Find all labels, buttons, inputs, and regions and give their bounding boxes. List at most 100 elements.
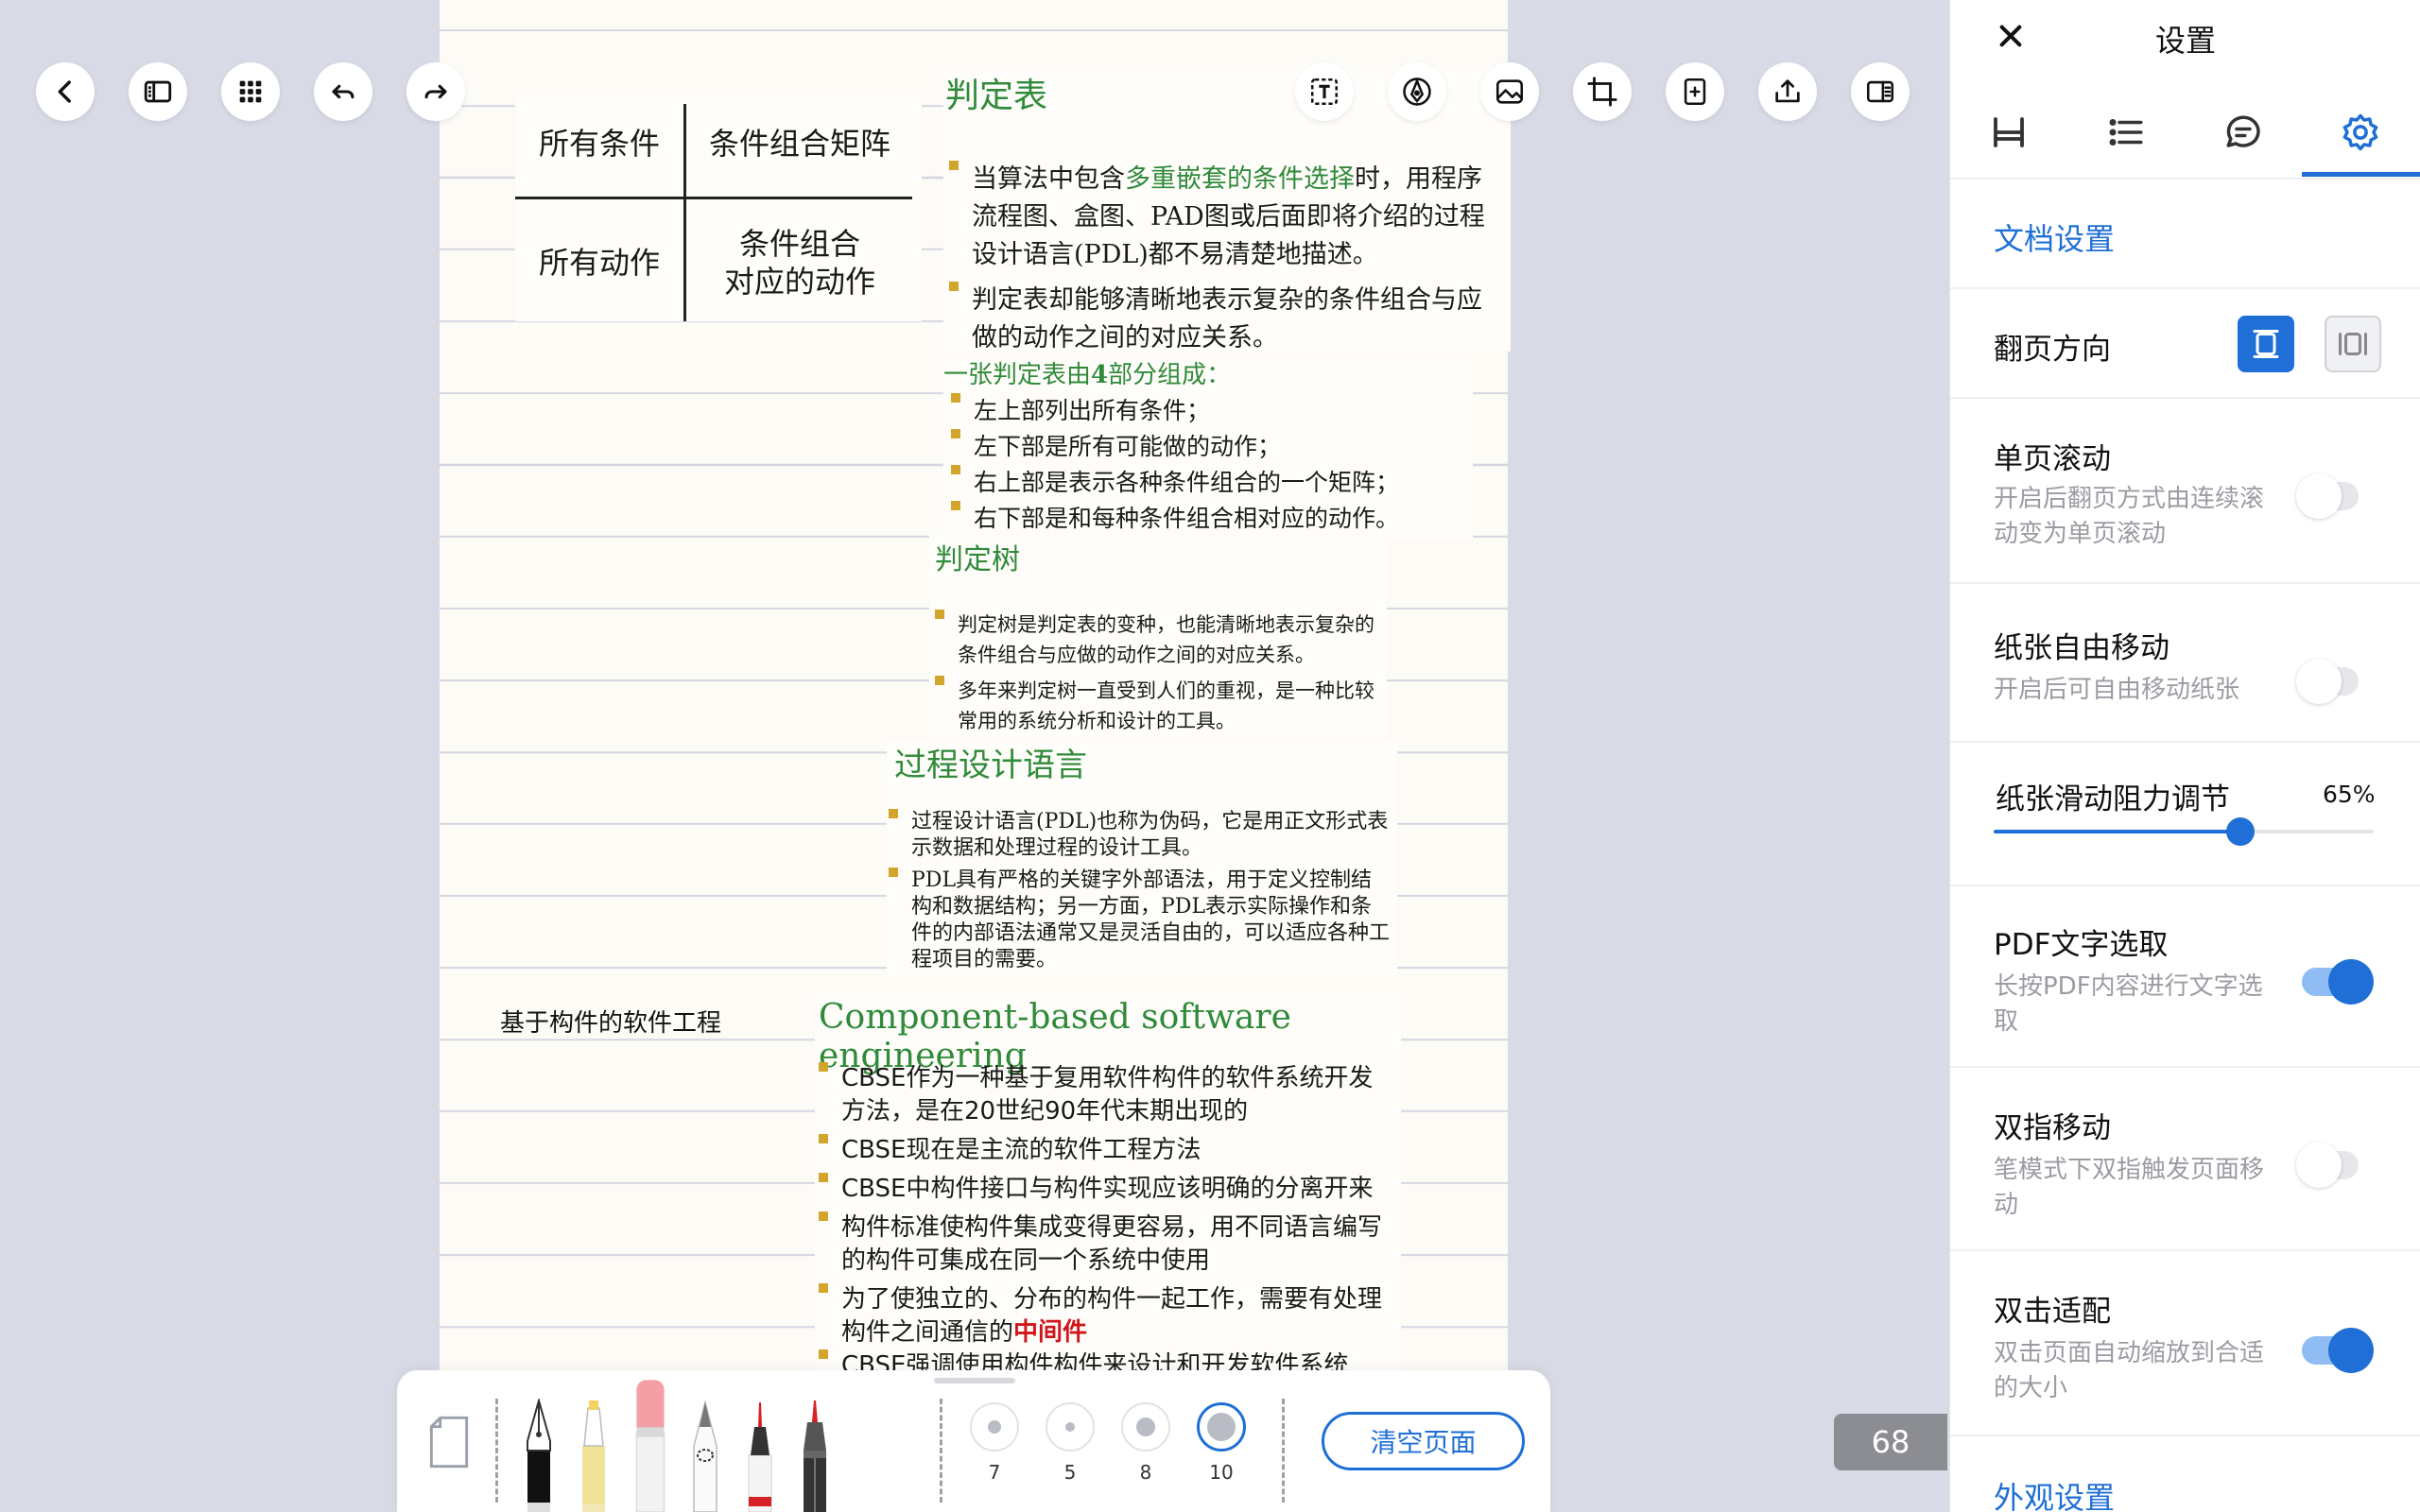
table-cell-line: 条件组合: [738, 226, 860, 262]
reader-view-button[interactable]: [1851, 62, 1910, 121]
share-button[interactable]: [1758, 62, 1817, 121]
toolbar-divider: [940, 1399, 942, 1503]
single-scroll-toggle[interactable]: [2296, 473, 2359, 519]
clear-page-button[interactable]: 清空页面: [1322, 1412, 1525, 1470]
resistance-slider[interactable]: [1994, 817, 2374, 846]
double-tap-title: 双击适配: [1994, 1295, 2111, 1329]
eraser-tool[interactable]: [630, 1374, 671, 1512]
crop-button[interactable]: [1573, 62, 1632, 121]
image-icon: [1495, 79, 1524, 104]
bullet-list: 判定树是判定表的变种，也能清晰地表示复杂的条件组合与应做的动作之间的对应关系。 …: [933, 610, 1377, 736]
cbse-snippet: Component-based software engineering CBS…: [815, 992, 1401, 1370]
pen-mode-button[interactable]: [1388, 62, 1446, 121]
text-box-button[interactable]: [1295, 62, 1354, 121]
add-page-icon: [1684, 77, 1706, 106]
list-item: 过程设计语言(PDL)也称为伪码，它是用正文形式表示数据和处理过程的设计工具。: [887, 809, 1392, 862]
bullet-list: CBSE作为一种基于复用软件构件的软件系统开发方法，是在20世纪90年代末期出现…: [817, 1062, 1384, 1370]
fountain-pen-tool[interactable]: [518, 1399, 560, 1512]
highlighter-tool[interactable]: [573, 1399, 614, 1512]
drag-handle[interactable]: [934, 1378, 1015, 1383]
toggle-knob: [2296, 659, 2342, 704]
size-dot-icon: [988, 1420, 1001, 1434]
toggle-knob: [2296, 1143, 2342, 1188]
pen-size-label: 10: [1209, 1461, 1234, 1484]
free-move-desc: 开启后可自由移动纸张: [1994, 676, 2240, 704]
bullet-list: 过程设计语言(PDL)也称为伪码，它是用正文形式表示数据和处理过程的设计工具。 …: [887, 809, 1392, 973]
free-move-title: 纸张自由移动: [1994, 631, 2169, 665]
active-tab-indicator: [2302, 172, 2420, 177]
size-dot-icon: [1207, 1413, 1236, 1441]
paper-icon[interactable]: [425, 1416, 473, 1469]
section-document-settings: 文档设置: [1994, 221, 2116, 257]
double-tap-toggle[interactable]: [2302, 1328, 2374, 1373]
redo-icon: [424, 84, 447, 99]
section-heading: 过程设计语言: [894, 747, 1087, 784]
list-item: 构件标准使构件集成变得更容易，用不同语言编写的构件可集成在同一个系统中使用: [817, 1211, 1384, 1278]
single-scroll-desc: 开启后翻页方式由连续滚动变为单页滚动: [1994, 485, 2265, 548]
page-direction-label: 翻页方向: [1994, 333, 2111, 367]
sidebar-toggle-icon: [144, 80, 172, 103]
row-separator: [1950, 741, 2420, 743]
section-heading: 判定表: [945, 77, 1048, 115]
redo-button[interactable]: [406, 62, 465, 121]
two-finger-title: 双指移动: [1994, 1111, 2111, 1145]
tab-comments[interactable]: [2185, 87, 2302, 178]
marker-tool[interactable]: [794, 1399, 836, 1512]
pen-size-5[interactable]: [1046, 1402, 1095, 1452]
notebook-page[interactable]: 所有条件 条件组合矩阵 所有动作 条件组合 对应的动作 判定表 当算法中包含多重…: [440, 0, 1511, 1512]
back-button[interactable]: [36, 62, 95, 121]
two-finger-toggle[interactable]: [2296, 1143, 2359, 1188]
row-separator: [1950, 1249, 2420, 1251]
add-page-button[interactable]: [1666, 62, 1724, 121]
sidebar-toggle-button[interactable]: [129, 62, 187, 121]
pen-size-7[interactable]: [970, 1402, 1019, 1452]
list-item: CBSE强调使用构件构件来设计和开发软件系统: [817, 1349, 1384, 1370]
table-divider-horizontal: [515, 197, 912, 199]
size-dot-icon: [1136, 1418, 1155, 1436]
pen-size-10[interactable]: [1197, 1402, 1246, 1452]
resistance-title: 纸张滑动阻力调节: [1996, 782, 2230, 816]
page-number-badge: 68: [1834, 1414, 1947, 1470]
slider-handle[interactable]: [2226, 817, 2256, 846]
horizontal-scroll-icon: [2339, 333, 2367, 355]
horizontal-page-direction-button[interactable]: [2325, 316, 2381, 372]
toggle-knob: [2328, 959, 2374, 1005]
tab-outline[interactable]: [2067, 87, 2185, 178]
list-item: PDL具有严格的关键字外部语法，用于定义控制结构和数据结构；另一方面，PDL表示…: [887, 868, 1392, 973]
pen-size-8[interactable]: [1121, 1402, 1170, 1452]
insert-image-button[interactable]: [1480, 62, 1539, 121]
undo-button[interactable]: [314, 62, 372, 121]
pdf-select-desc: 长按PDF内容进行文字选取: [1994, 972, 2263, 1036]
vertical-scroll-icon: [2253, 330, 2279, 358]
tab-settings[interactable]: [2302, 87, 2419, 178]
decision-tree-snippet: 判定树 判定树是判定表的变种，也能清晰地表示复杂的条件组合与应做的动作之间的对应…: [929, 534, 1387, 737]
list-item: 判定表却能够清晰地表示复杂的条件组合与应做的动作之间的对应关系。: [947, 282, 1505, 357]
note-text: 基于构件的软件工程: [500, 1009, 722, 1038]
pdf-select-toggle[interactable]: [2302, 959, 2374, 1005]
settings-header: 设置: [1950, 0, 2420, 76]
row-separator: [1950, 1066, 2420, 1068]
vertical-page-direction-button[interactable]: [2238, 316, 2294, 372]
tab-page-layout[interactable]: [1950, 87, 2067, 178]
grid-view-button[interactable]: [221, 62, 280, 121]
toggle-knob: [2296, 473, 2342, 519]
list-item: 多年来判定树一直受到人们的重视，是一种比较常用的系统分析和设计的工具。: [933, 676, 1377, 736]
highlight-text: 多重嵌套的条件选择: [1125, 164, 1355, 194]
free-move-toggle[interactable]: [2296, 659, 2359, 704]
pen-size-label: 8: [1139, 1461, 1152, 1484]
table-cell-combo-actions: 条件组合 对应的动作: [687, 225, 912, 301]
pdl-snippet: 过程设计语言 过程设计语言(PDL)也称为伪码，它是用正文形式表示数据和处理过程…: [887, 739, 1397, 975]
toolbar-divider: [1282, 1399, 1285, 1503]
list-item: CBSE现在是主流的软件工程方法: [817, 1134, 1384, 1167]
crop-icon: [1587, 77, 1617, 107]
pen-mode-icon: [1403, 77, 1431, 106]
list-item: 判定树是判定表的变种，也能清晰地表示复杂的条件组合与应做的动作之间的对应关系。: [933, 610, 1377, 670]
highlight-text: 中间件: [1013, 1318, 1088, 1347]
reader-view-icon: [1866, 80, 1894, 103]
lasso-tool[interactable]: [684, 1399, 726, 1512]
size-dot-icon: [1065, 1422, 1075, 1432]
list-item: 右下部是和每种条件组合相对应的动作。: [949, 501, 1469, 537]
resistance-value: 65%: [2323, 781, 2376, 808]
text: 一张判定表由: [943, 361, 1092, 389]
red-pen-tool[interactable]: [739, 1399, 781, 1512]
